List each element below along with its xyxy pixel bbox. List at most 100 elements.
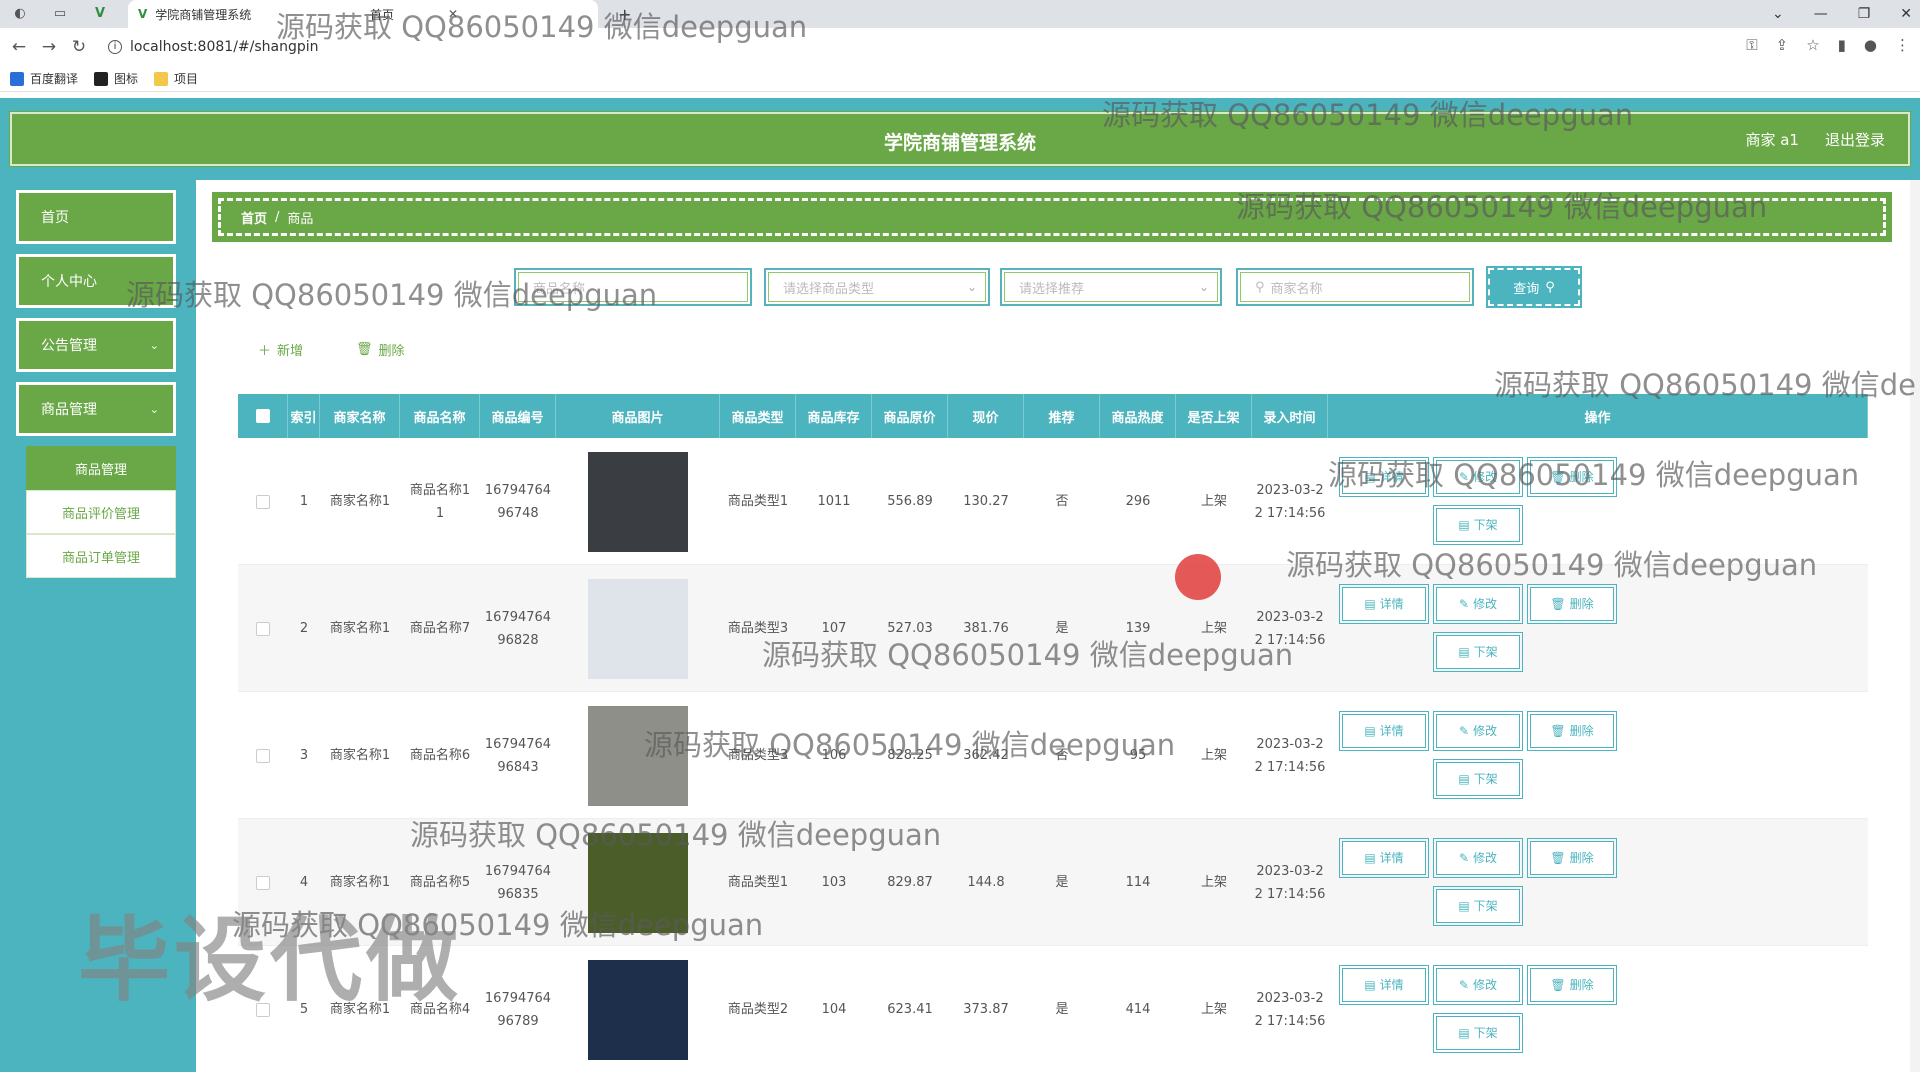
offshelf-button[interactable]: ▤ 下架: [1433, 1013, 1523, 1053]
cell-product-image: [556, 565, 720, 692]
submenu-product-orders[interactable]: 商品订单管理: [26, 534, 176, 578]
recommend-select[interactable]: 请选择推荐 ⌄: [1000, 268, 1222, 306]
user-area: 商家 a1 退出登录: [1745, 129, 1885, 150]
cell-code-line2: 96843: [497, 759, 539, 775]
more-menu-icon[interactable]: ⋮: [1895, 36, 1910, 54]
mouse-cursor-indicator: [1175, 554, 1221, 600]
delete-button[interactable]: 🗑 删除: [1527, 584, 1617, 624]
tab-close-icon[interactable]: ✕: [448, 7, 458, 21]
key-icon[interactable]: ⚿: [1746, 36, 1757, 54]
offshelf-button[interactable]: ▤ 下架: [1433, 759, 1523, 799]
add-button[interactable]: ＋新增: [258, 340, 303, 359]
batch-delete-button[interactable]: 🗑 删除: [356, 340, 405, 359]
scrollbar[interactable]: [1910, 180, 1920, 1072]
cell-code-line1: 16794764: [484, 863, 552, 879]
col-header-code: 商品编号: [480, 394, 556, 438]
detail-button[interactable]: ▤ 详情: [1339, 838, 1429, 878]
delete-button[interactable]: 🗑 删除: [1527, 711, 1617, 751]
sidebar-item-home[interactable]: 首页: [16, 190, 176, 244]
breadcrumb-home[interactable]: 首页: [241, 208, 267, 227]
cell-product-type: 商品类型1: [727, 494, 789, 509]
edit-button[interactable]: ✎ 修改: [1433, 457, 1523, 497]
product-thumbnail[interactable]: [588, 705, 688, 806]
edit-button[interactable]: ✎ 修改: [1433, 965, 1523, 1005]
tab-icon[interactable]: ▭: [52, 6, 68, 22]
col-header-type: 商品类型: [720, 394, 796, 438]
profile-icon[interactable]: ●: [1864, 36, 1877, 54]
cell-merchant: 商家名称1: [329, 875, 391, 890]
cell-operations: ▤ 详情 ✎ 修改 🗑 删除 ▤ 下架: [1328, 438, 1868, 565]
product-thumbnail[interactable]: [588, 451, 688, 552]
product-type-select[interactable]: 请选择商品类型 ⌄: [764, 268, 990, 306]
checkbox-icon: [256, 1002, 270, 1017]
new-tab-icon[interactable]: +: [618, 0, 631, 28]
cell-index: 3: [299, 748, 309, 763]
restore-icon[interactable]: ❐: [1858, 6, 1871, 22]
product-thumbnail[interactable]: [588, 832, 688, 933]
detail-button[interactable]: ▤ 详情: [1339, 584, 1429, 624]
minimize-icon[interactable]: —: [1814, 6, 1828, 22]
cell-onsale: 上架: [1200, 494, 1227, 509]
forward-icon[interactable]: →: [34, 37, 64, 57]
submenu-product-reviews[interactable]: 商品评价管理: [26, 490, 176, 534]
offshelf-button[interactable]: ▤ 下架: [1433, 886, 1523, 926]
sidepanel-icon[interactable]: ▮: [1838, 36, 1846, 54]
browser-menu-icon[interactable]: ◐: [12, 6, 28, 22]
detail-button[interactable]: ▤ 详情: [1339, 965, 1429, 1005]
submenu-product-manage[interactable]: 商品管理: [26, 446, 176, 490]
share-icon[interactable]: ⇪: [1776, 36, 1789, 54]
close-window-icon[interactable]: ✕: [1900, 6, 1912, 22]
site-info-icon[interactable]: i: [108, 40, 122, 54]
product-thumbnail[interactable]: [588, 959, 688, 1060]
cell-time-line2: 2 17:14:56: [1254, 632, 1326, 648]
query-button[interactable]: 查询 ⚲: [1486, 266, 1582, 308]
cell-index: 1: [299, 494, 309, 509]
offshelf-button[interactable]: ▤ 下架: [1433, 632, 1523, 672]
url-field[interactable]: i localhost:8081/#/shangpin: [108, 39, 319, 55]
vue-tab-icon[interactable]: V: [92, 6, 108, 22]
sidebar-item-profile[interactable]: 个人中心: [16, 254, 176, 308]
reload-icon[interactable]: ↻: [64, 37, 94, 57]
back-icon[interactable]: ←: [4, 37, 34, 57]
detail-button[interactable]: ▤ 详情: [1339, 711, 1429, 751]
document-icon: ▤: [1458, 771, 1470, 786]
star-icon[interactable]: ☆: [1806, 36, 1819, 54]
delete-button[interactable]: 🗑 删除: [1527, 965, 1617, 1005]
product-thumbnail[interactable]: [588, 578, 688, 679]
cell-entry-time: 2023-03-2 2 17:14:56: [1252, 565, 1328, 692]
sidebar-item-notices[interactable]: 公告管理 ⌄: [16, 318, 176, 372]
browser-tab-active[interactable]: V 学院商铺管理系统 ✕: [128, 0, 598, 28]
delete-button[interactable]: 🗑 删除: [1527, 457, 1617, 497]
edit-button[interactable]: ✎ 修改: [1433, 711, 1523, 751]
cell-merchant: 商家名称1: [329, 1002, 391, 1017]
tab-search-icon[interactable]: ⌄: [1772, 6, 1784, 22]
table-row: 4 商家名称1 商品名称5 16794764 96835 商品类型1 103 829.87 14…: [238, 819, 1868, 946]
select-all-checkbox[interactable]: [238, 394, 288, 438]
browser-tab-second[interactable]: 首页: [370, 0, 394, 28]
bookmark-project[interactable]: 项目: [154, 70, 198, 87]
merchant-name-input[interactable]: ⚲ 商家名称: [1236, 268, 1474, 306]
sidebar-item-products[interactable]: 商品管理 ⌄: [16, 382, 176, 436]
offshelf-button[interactable]: ▤ 下架: [1433, 505, 1523, 545]
cell-price: 373.87: [963, 1002, 1009, 1017]
cell-original-price: 556.89: [887, 494, 933, 509]
chevron-down-icon: ⌄: [149, 402, 159, 416]
row-checkbox[interactable]: [238, 819, 288, 946]
edit-button[interactable]: ✎ 修改: [1433, 838, 1523, 878]
edit-button[interactable]: ✎ 修改: [1433, 584, 1523, 624]
row-checkbox[interactable]: [238, 692, 288, 819]
col-header-onsale: 是否上架: [1176, 394, 1252, 438]
detail-button[interactable]: ▤ 详情: [1339, 457, 1429, 497]
product-name-input[interactable]: 商品名称: [514, 268, 752, 306]
row-checkbox[interactable]: [238, 565, 288, 692]
cell-name-line1: 商品名称4: [409, 1002, 471, 1017]
table-row: 5 商家名称1 商品名称4 16794764 96789 商品类型2 104 623.41 37…: [238, 946, 1868, 1072]
delete-button[interactable]: 🗑 删除: [1527, 838, 1617, 878]
row-checkbox[interactable]: [238, 946, 288, 1072]
bookmark-icons[interactable]: 图标: [94, 70, 138, 87]
row-checkbox[interactable]: [238, 438, 288, 565]
logout-link[interactable]: 退出登录: [1825, 129, 1885, 150]
col-header-recommend: 推荐: [1024, 394, 1100, 438]
bookmark-translate[interactable]: 百度翻译: [10, 70, 78, 87]
cell-recommend: 否: [1055, 494, 1069, 509]
